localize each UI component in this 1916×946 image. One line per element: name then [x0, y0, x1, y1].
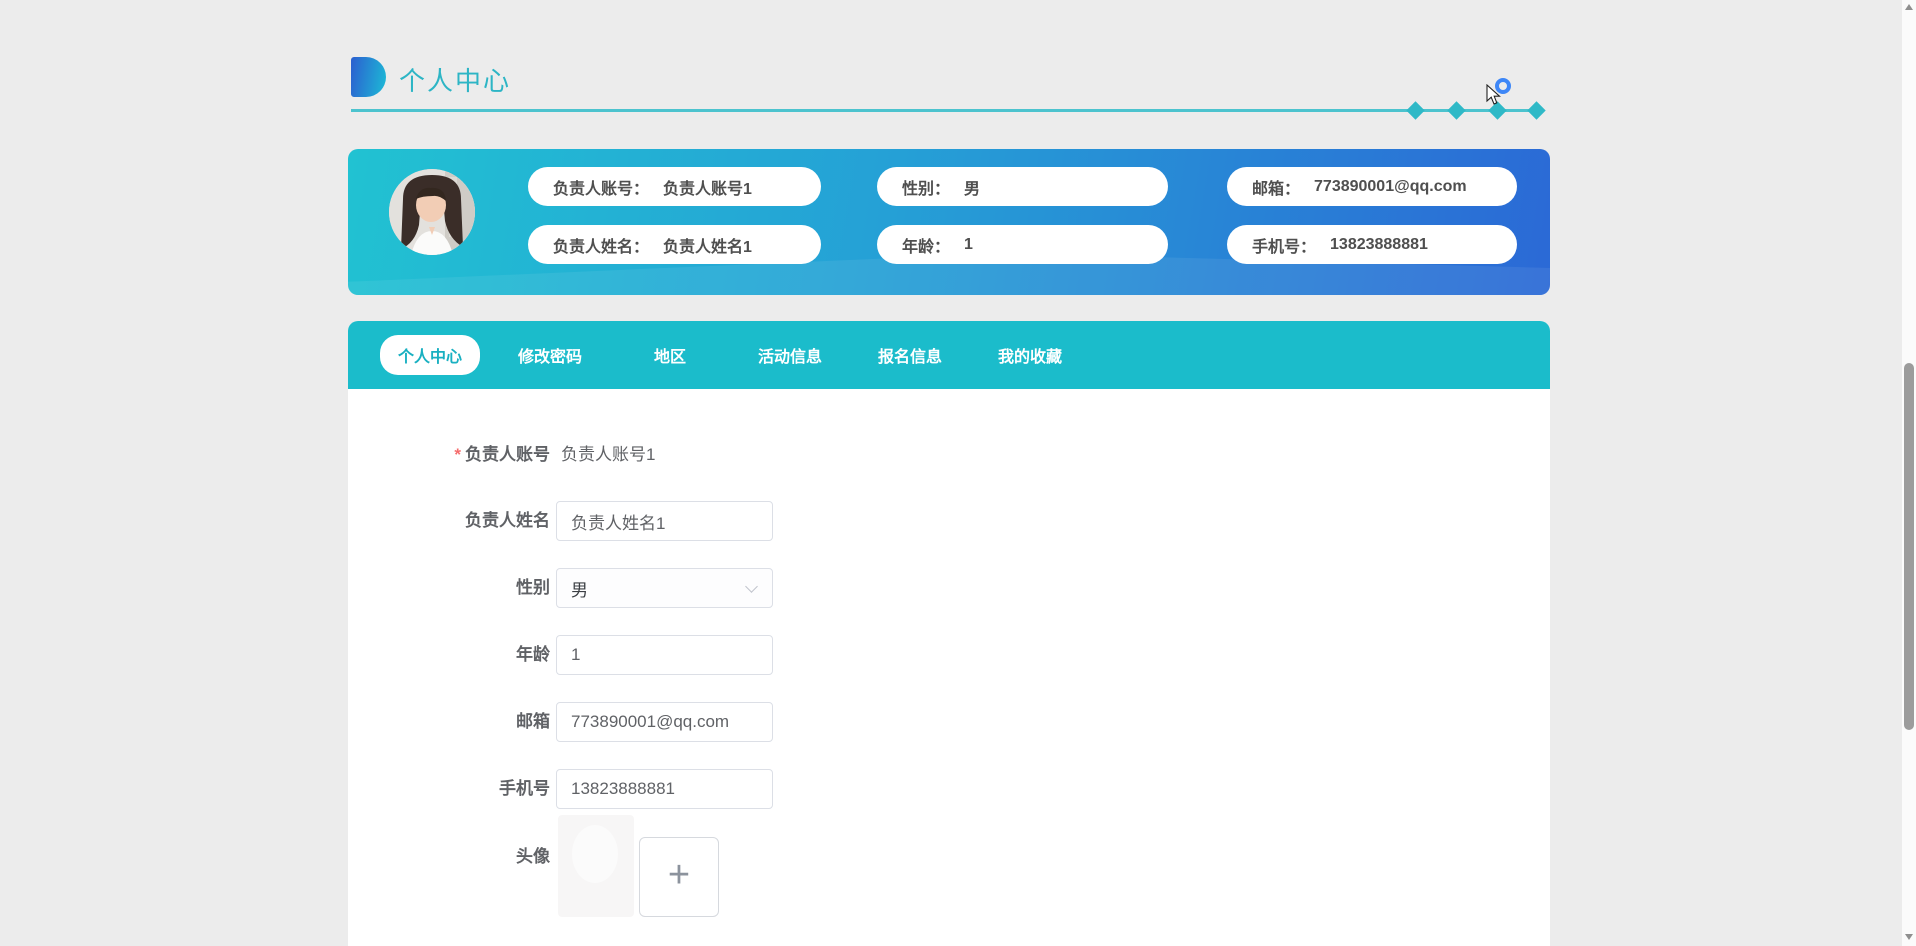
phone-input[interactable]: [556, 769, 773, 809]
summary-field-value: 13823888881: [1330, 236, 1428, 254]
summary-field-value: 男: [964, 175, 980, 199]
diamond-decoration: [1527, 101, 1545, 119]
tab-activity-info[interactable]: 活动信息: [730, 321, 850, 389]
summary-field-value: 负责人账号1: [663, 175, 752, 199]
summary-field-label: 邮箱：: [1252, 175, 1300, 199]
summary-field-name: 负责人姓名： 负责人姓名1: [528, 225, 821, 264]
mouse-cursor-icon: [1486, 84, 1502, 106]
name-input[interactable]: [556, 501, 773, 541]
tab-label: 修改密码: [518, 343, 582, 367]
tab-label: 地区: [654, 343, 686, 367]
summary-field-label: 手机号：: [1252, 233, 1316, 257]
page-title-icon: [351, 57, 386, 97]
avatar-upload-button[interactable]: +: [639, 837, 719, 917]
tab-label: 我的收藏: [998, 343, 1062, 367]
plus-icon: +: [668, 856, 690, 894]
required-asterisk: *: [454, 445, 461, 464]
summary-field-label: 性别：: [902, 175, 950, 199]
age-input[interactable]: [556, 635, 773, 675]
summary-field-account: 负责人账号： 负责人账号1: [528, 167, 821, 206]
account-label: *负责人账号: [388, 443, 550, 467]
avatar-label: 头像: [388, 845, 550, 869]
tab-region[interactable]: 地区: [610, 321, 730, 389]
gender-label: 性别: [388, 576, 550, 600]
tab-label: 报名信息: [878, 343, 942, 367]
age-label: 年龄: [388, 643, 550, 667]
summary-field-phone: 手机号： 13823888881: [1227, 225, 1517, 264]
summary-field-email: 邮箱： 773890001@qq.com: [1227, 167, 1517, 206]
profile-summary-card: 负责人账号： 负责人账号1 负责人姓名： 负责人姓名1 性别： 男 年龄： 1 …: [348, 149, 1550, 295]
scrollbar-down-arrow[interactable]: [1905, 934, 1913, 940]
summary-field-value: 负责人姓名1: [663, 233, 752, 257]
summary-field-label: 负责人姓名：: [553, 233, 649, 257]
email-input[interactable]: [556, 702, 773, 742]
tab-personal-center[interactable]: 个人中心: [370, 321, 490, 389]
avatar-watermark: [558, 815, 634, 917]
summary-field-age: 年龄： 1: [877, 225, 1168, 264]
account-value: 负责人账号1: [561, 443, 655, 467]
summary-field-gender: 性别： 男: [877, 167, 1168, 206]
scrollbar-track[interactable]: [1902, 0, 1916, 946]
summary-field-value: 1: [964, 236, 973, 254]
active-tab-pill: 个人中心: [380, 335, 480, 375]
scrollbar-up-arrow[interactable]: [1905, 4, 1913, 10]
chevron-down-icon: [745, 580, 758, 593]
avatar: [389, 169, 475, 255]
tab-label: 个人中心: [398, 349, 462, 366]
gender-select[interactable]: 男: [556, 568, 773, 608]
scrollbar-thumb[interactable]: [1904, 363, 1914, 730]
main-content-card: 个人中心 修改密码 地区 活动信息 报名信息 我的收藏 *负责人账号 负责人账号…: [348, 321, 1550, 946]
tab-registration-info[interactable]: 报名信息: [850, 321, 970, 389]
tab-bar: 个人中心 修改密码 地区 活动信息 报名信息 我的收藏: [348, 321, 1550, 389]
page-title: 个人中心: [399, 61, 511, 98]
diamond-decoration: [1447, 101, 1465, 119]
gender-select-value: 男: [571, 576, 588, 601]
tab-change-password[interactable]: 修改密码: [490, 321, 610, 389]
header-divider: [351, 109, 1543, 112]
summary-field-value: 773890001@qq.com: [1314, 178, 1467, 196]
name-label: 负责人姓名: [388, 509, 550, 533]
email-label: 邮箱: [388, 710, 550, 734]
summary-field-label: 负责人账号：: [553, 175, 649, 199]
summary-field-label: 年龄：: [902, 233, 950, 257]
phone-label: 手机号: [388, 777, 550, 801]
diamond-decoration: [1406, 101, 1424, 119]
tab-label: 活动信息: [758, 343, 822, 367]
tab-my-favorites[interactable]: 我的收藏: [970, 321, 1090, 389]
